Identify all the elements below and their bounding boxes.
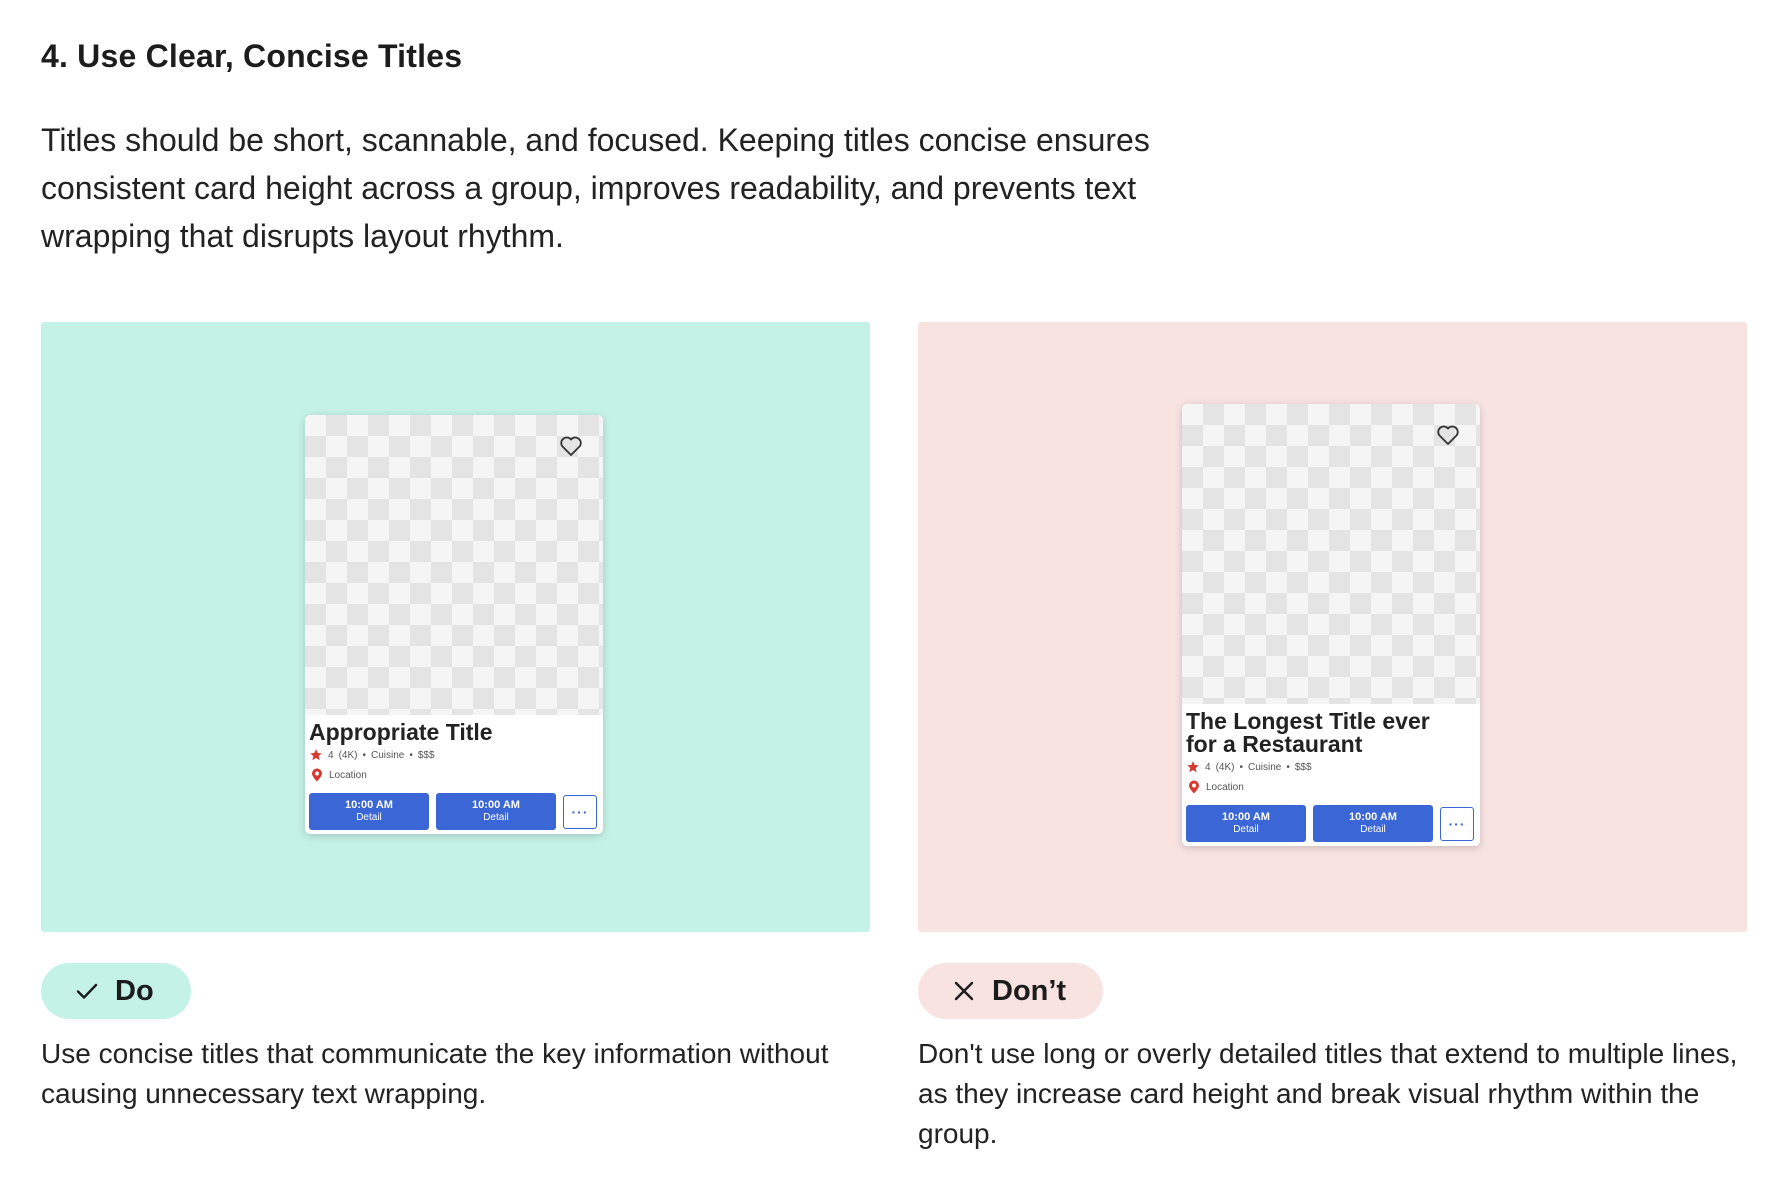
section-heading: 4. Use Clear, Concise Titles bbox=[41, 38, 463, 74]
dont-caption: Don't use long or overly detailed titles… bbox=[918, 1038, 1738, 1149]
separator-dot: • bbox=[1239, 761, 1243, 773]
slot-time: 10:00 AM bbox=[1349, 811, 1397, 823]
slot-label: Detail bbox=[1360, 824, 1386, 835]
badge-label: Don’t bbox=[992, 974, 1067, 1007]
badge-label: Do bbox=[115, 974, 154, 1007]
time-slot-button[interactable]: 10:00 AM Detail bbox=[309, 793, 429, 830]
do-example-panel: Appropriate Title 4 (4K) • Cuisine • $$$… bbox=[41, 322, 870, 932]
location-text: Location bbox=[329, 769, 367, 781]
rating-value: 4 bbox=[328, 749, 334, 761]
location-text: Location bbox=[1206, 781, 1244, 793]
dont-example-panel: The Longest Title ever for a Restaurant … bbox=[918, 322, 1747, 932]
review-count: (4K) bbox=[338, 749, 358, 761]
review-count: (4K) bbox=[1215, 761, 1235, 773]
location-pin-icon bbox=[1189, 780, 1199, 794]
restaurant-card[interactable]: The Longest Title ever for a Restaurant … bbox=[1182, 404, 1480, 846]
card-meta: 4 (4K) • Cuisine • $$$ bbox=[1186, 760, 1476, 774]
checkmark-icon bbox=[76, 983, 98, 999]
slot-label: Detail bbox=[1233, 824, 1259, 835]
restaurant-card[interactable]: Appropriate Title 4 (4K) • Cuisine • $$$… bbox=[305, 415, 603, 834]
intro-paragraph: Titles should be short, scannable, and f… bbox=[41, 122, 1150, 254]
location-pin-icon bbox=[312, 768, 322, 782]
separator-dot: • bbox=[362, 749, 366, 761]
heart-icon[interactable] bbox=[1436, 424, 1460, 446]
card-title-line: The Longest Title ever bbox=[1186, 708, 1430, 734]
card-title-line: for a Restaurant bbox=[1186, 731, 1363, 757]
card-location: Location bbox=[309, 767, 599, 783]
price-text: $$$ bbox=[417, 749, 435, 761]
slot-time: 10:00 AM bbox=[1222, 811, 1270, 823]
separator-dot: • bbox=[1286, 761, 1290, 773]
rating-value: 4 bbox=[1205, 761, 1211, 773]
card-title[interactable]: The Longest Title ever for a Restaurant bbox=[1186, 710, 1476, 756]
separator-dot: • bbox=[409, 749, 413, 761]
cuisine-text: Cuisine bbox=[1247, 761, 1282, 773]
image-placeholder bbox=[305, 415, 603, 715]
time-slot-button[interactable]: 10:00 AM Detail bbox=[1313, 805, 1433, 842]
heart-icon[interactable] bbox=[559, 435, 583, 457]
card-actions: 10:00 AM Detail 10:00 AM Detail ··· bbox=[1186, 805, 1476, 842]
slot-label: Detail bbox=[356, 812, 382, 823]
more-options-button[interactable]: ··· bbox=[563, 794, 597, 829]
star-icon bbox=[1187, 761, 1199, 773]
slot-time: 10:00 AM bbox=[472, 799, 520, 811]
slot-label: Detail bbox=[483, 812, 509, 823]
more-options-button[interactable]: ··· bbox=[1440, 806, 1474, 841]
card-actions: 10:00 AM Detail 10:00 AM Detail ··· bbox=[309, 793, 599, 830]
card-location: Location bbox=[1186, 779, 1476, 795]
do-caption: Use concise titles that communicate the … bbox=[41, 1038, 829, 1109]
do-badge: Do bbox=[41, 963, 191, 1019]
image-placeholder bbox=[1182, 404, 1480, 704]
slot-time: 10:00 AM bbox=[345, 799, 393, 811]
time-slot-button[interactable]: 10:00 AM Detail bbox=[1186, 805, 1306, 842]
star-icon bbox=[310, 749, 322, 761]
price-text: $$$ bbox=[1294, 761, 1312, 773]
cuisine-text: Cuisine bbox=[370, 749, 405, 761]
card-title[interactable]: Appropriate Title bbox=[309, 721, 599, 744]
time-slot-button[interactable]: 10:00 AM Detail bbox=[436, 793, 556, 830]
close-icon bbox=[954, 981, 974, 1001]
card-meta: 4 (4K) • Cuisine • $$$ bbox=[309, 748, 599, 762]
dont-badge: Don’t bbox=[918, 963, 1103, 1019]
